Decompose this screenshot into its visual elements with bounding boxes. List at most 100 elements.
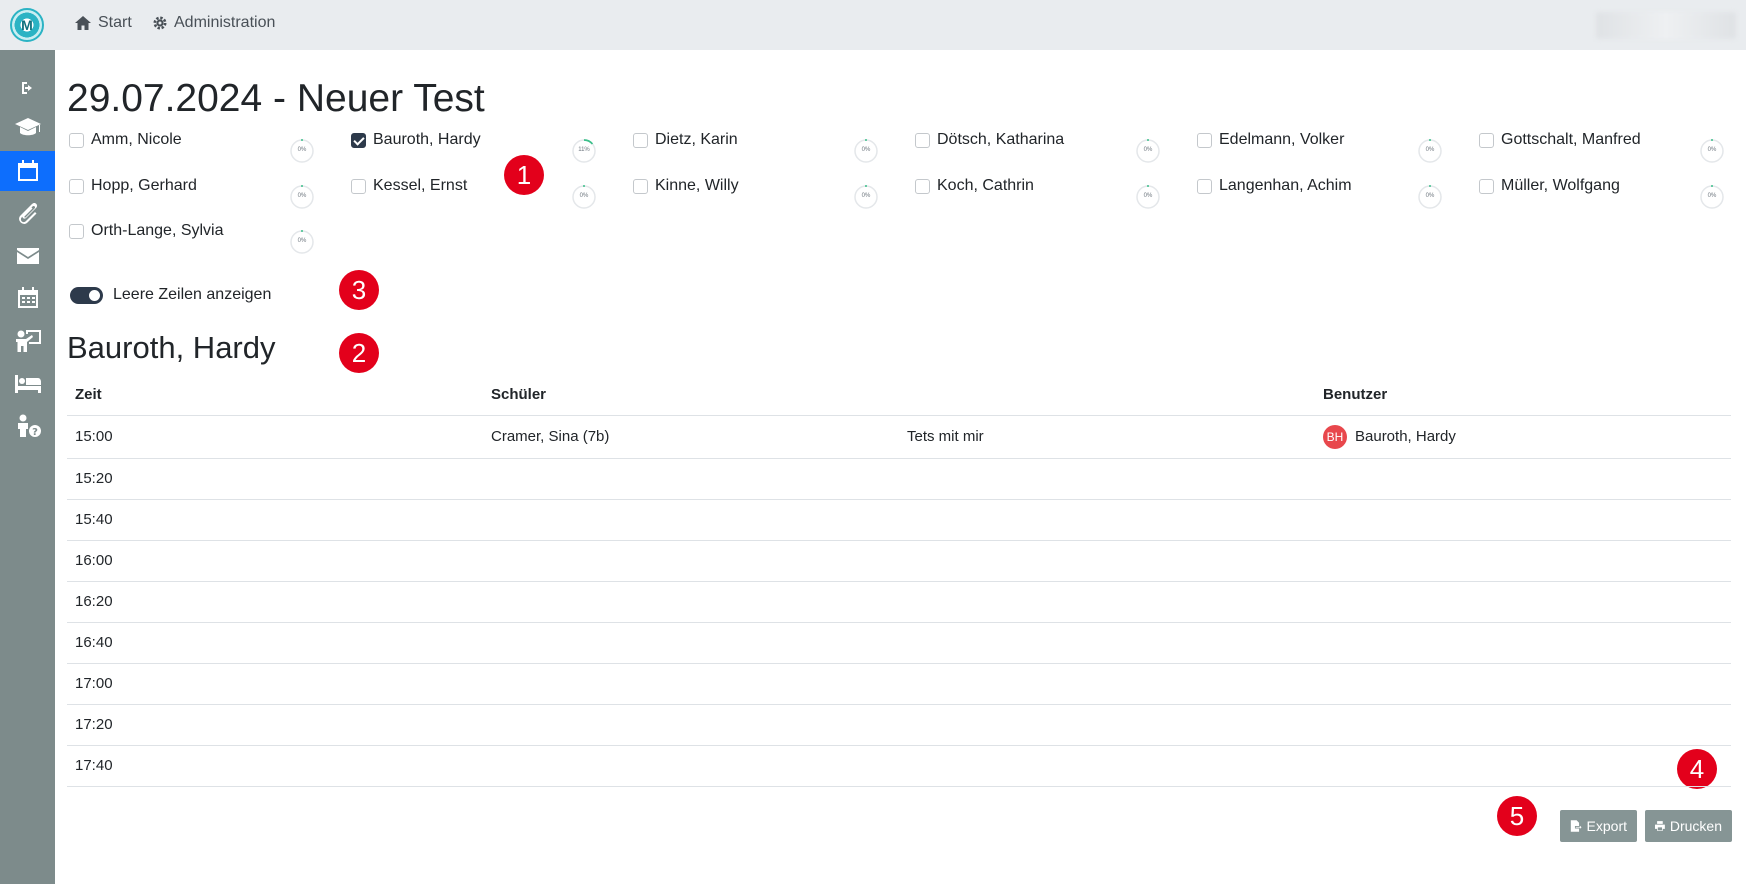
cell-benutzer	[1315, 581, 1731, 623]
teacher-item[interactable]: Langenhan, Achim 0%	[1195, 176, 1477, 216]
gear-icon	[153, 16, 167, 30]
teacher-item[interactable]: Bauroth, Hardy 11%	[349, 130, 631, 170]
progress-ring: 0%	[1135, 138, 1161, 164]
table-row[interactable]: 15:00 Cramer, Sina (7b) Tets mit mir BH …	[67, 415, 1731, 459]
progress-ring: 0%	[853, 138, 879, 164]
teacher-checkbox[interactable]	[351, 133, 366, 148]
cell-benutzer	[1315, 540, 1731, 582]
teacher-name: Dötsch, Katharina	[937, 131, 1065, 148]
cell-benutzer	[1315, 704, 1731, 746]
teacher-item[interactable]: Gottschalt, Manfred 0%	[1477, 130, 1746, 170]
teacher-checkbox[interactable]	[1197, 179, 1212, 194]
calendar-days-icon[interactable]	[0, 278, 55, 318]
export-button[interactable]: Export	[1560, 810, 1637, 842]
file-export-icon	[1570, 820, 1582, 832]
teacher-item[interactable]: Amm, Nicole 0%	[67, 130, 349, 170]
nav-administration[interactable]: Administration	[152, 14, 275, 32]
teacher-item[interactable]: Dötsch, Katharina 0%	[913, 130, 1195, 170]
progress-label: 0%	[297, 147, 307, 153]
progress-ring: 0%	[1417, 184, 1443, 210]
progress-ring: 0%	[1699, 138, 1725, 164]
cell-notiz	[899, 622, 1315, 664]
table-row[interactable]: 15:20	[67, 458, 1731, 500]
cell-benutzer	[1315, 663, 1731, 705]
cell-schueler	[483, 663, 899, 705]
teacher-name: Orth-Lange, Sylvia	[91, 222, 224, 239]
export-label: Export	[1586, 818, 1627, 834]
teacher-checkbox[interactable]	[915, 179, 930, 194]
print-button[interactable]: Drucken	[1645, 810, 1732, 842]
home-icon	[75, 16, 91, 30]
teacher-checkbox[interactable]	[633, 179, 648, 194]
cell-zeit: 17:40	[67, 745, 483, 787]
table-row[interactable]: 17:20	[67, 704, 1731, 746]
table-row[interactable]: 16:40	[67, 622, 1731, 664]
table-row[interactable]: 16:20	[67, 581, 1731, 623]
header-benutzer: Benutzer	[1315, 375, 1731, 416]
table-row[interactable]: 16:00	[67, 540, 1731, 582]
cell-zeit: 17:20	[67, 704, 483, 746]
person-question-icon[interactable]: ?	[0, 406, 55, 446]
teacher-name: Dietz, Karin	[655, 131, 738, 148]
progress-label: 0%	[297, 238, 307, 244]
calendar-icon[interactable]	[0, 151, 55, 191]
envelope-icon[interactable]	[0, 236, 55, 276]
app-logo-icon[interactable]	[10, 8, 44, 42]
cell-zeit: 15:20	[67, 458, 483, 500]
teacher-checkbox[interactable]	[1479, 133, 1494, 148]
empty-rows-toggle[interactable]: Leere Zeilen anzeigen	[70, 286, 271, 304]
logout-icon[interactable]	[0, 68, 55, 108]
nav-start[interactable]: Start	[74, 14, 132, 32]
progress-label: 0%	[1143, 147, 1153, 153]
teacher-name: Koch, Cathrin	[937, 177, 1034, 194]
cell-benutzer	[1315, 745, 1731, 787]
teacher-name: Bauroth, Hardy	[373, 131, 481, 148]
teacher-item[interactable]: Orth-Lange, Sylvia 0%	[67, 221, 349, 261]
table-row[interactable]: 17:40	[67, 745, 1731, 787]
teacher-item[interactable]: Kinne, Willy 0%	[631, 176, 913, 216]
teacher-checkbox[interactable]	[351, 179, 366, 194]
teacher-checkbox[interactable]	[1479, 179, 1494, 194]
teacher-checkbox[interactable]	[1197, 133, 1212, 148]
teacher-checkbox[interactable]	[915, 133, 930, 148]
annotation-badge: 3	[339, 270, 379, 310]
teacher-item[interactable]: Dietz, Karin 0%	[631, 130, 913, 170]
bed-icon[interactable]	[0, 364, 55, 404]
teacher-checkbox[interactable]	[69, 224, 84, 239]
teacher-name: Amm, Nicole	[91, 131, 182, 148]
progress-label: 0%	[1425, 193, 1435, 199]
cell-schueler	[483, 581, 899, 623]
teacher-item[interactable]: Edelmann, Volker 0%	[1195, 130, 1477, 170]
paperclip-icon[interactable]	[0, 193, 55, 233]
table-row[interactable]: 17:00	[67, 663, 1731, 705]
progress-label: 0%	[1425, 147, 1435, 153]
cell-schueler	[483, 499, 899, 541]
avatar: BH	[1323, 424, 1347, 449]
progress-ring: 0%	[1135, 184, 1161, 210]
cell-zeit: 15:40	[67, 499, 483, 541]
cell-notiz	[899, 458, 1315, 500]
graduation-cap-icon[interactable]	[0, 107, 55, 147]
teacher-item[interactable]: Hopp, Gerhard 0%	[67, 176, 349, 216]
main-content: 29.07.2024 - Neuer Test Amm, Nicole 0% B…	[55, 50, 1746, 884]
cell-benutzer: BH Bauroth, Hardy	[1315, 415, 1731, 459]
teacher-checkbox[interactable]	[633, 133, 648, 148]
cell-zeit: 16:00	[67, 540, 483, 582]
cell-schueler	[483, 540, 899, 582]
progress-label: 0%	[861, 147, 871, 153]
table-row[interactable]: 15:40	[67, 499, 1731, 541]
teacher-item[interactable]: Müller, Wolfgang 0%	[1477, 176, 1746, 216]
cell-notiz	[899, 499, 1315, 541]
teacher-checkbox[interactable]	[69, 133, 84, 148]
teacher-item[interactable]: Koch, Cathrin 0%	[913, 176, 1195, 216]
teacher-checkbox[interactable]	[69, 179, 84, 194]
appointment-table: Zeit Schüler Benutzer 15:00 Cramer, Sina…	[67, 375, 1731, 787]
teacher-name: Hopp, Gerhard	[91, 177, 197, 194]
section-title: Bauroth, Hardy	[67, 330, 276, 365]
user-menu[interactable]	[1596, 12, 1736, 39]
teacher-board-icon[interactable]	[0, 321, 55, 361]
page-title: 29.07.2024 - Neuer Test	[67, 77, 485, 120]
teacher-item[interactable]: Kessel, Ernst 0%	[349, 176, 631, 216]
toggle-switch[interactable]	[70, 286, 103, 304]
cell-schueler	[483, 745, 899, 787]
